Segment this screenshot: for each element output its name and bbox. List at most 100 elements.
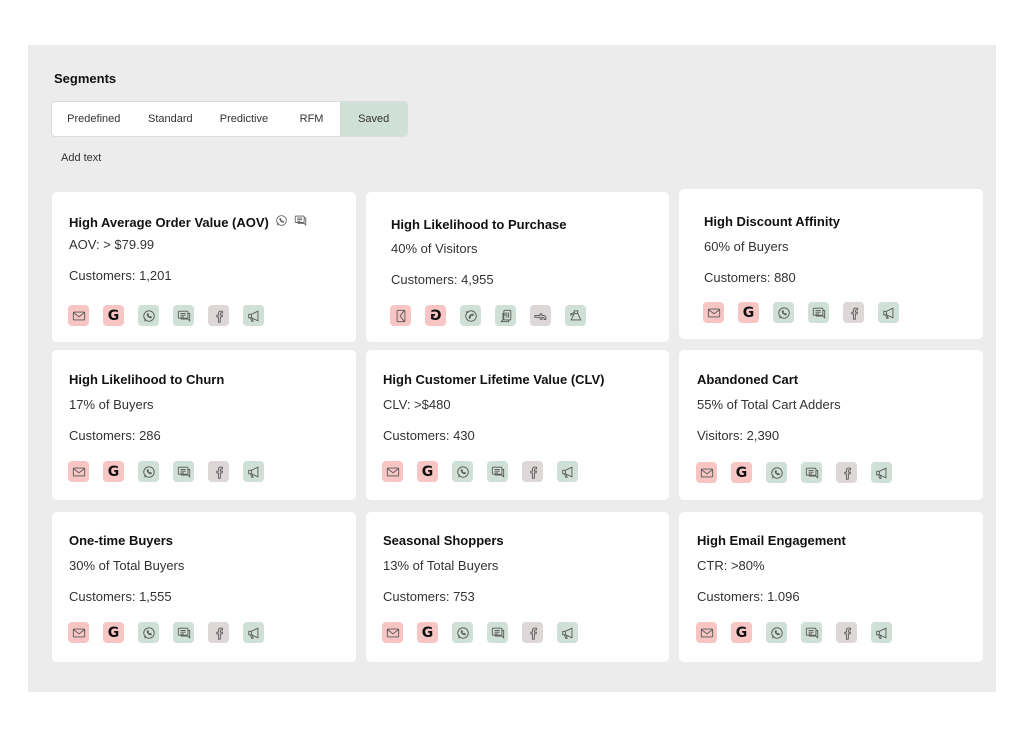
channel-sms-button[interactable] [173, 622, 194, 643]
channel-facebook-button[interactable] [836, 462, 857, 483]
email-icon [386, 626, 400, 640]
segment-count: Customers: 880 [704, 270, 796, 285]
segment-count: Customers: 1,555 [69, 589, 172, 604]
segment-title-text: High Discount Affinity [704, 214, 841, 229]
channel-sms-button[interactable] [495, 305, 516, 326]
segment-card[interactable]: High Email Engagement CTR: >80% Customers:… [679, 512, 983, 662]
channel-ads-button[interactable] [565, 305, 586, 326]
channel-email-button[interactable] [382, 461, 403, 482]
channel-icons: G [68, 622, 264, 643]
channel-whatsapp-button[interactable] [138, 622, 159, 643]
channel-google-button[interactable]: G [738, 302, 759, 323]
segment-card[interactable]: Abandoned Cart 55% of Total Cart Adders Vi… [679, 350, 983, 500]
tab-rfm[interactable]: RFM [283, 102, 341, 136]
page-title: Segments [54, 71, 117, 86]
channel-icons: G [68, 461, 264, 482]
tab-predefined[interactable]: Predefined [52, 102, 136, 136]
channel-ads-button[interactable] [243, 305, 264, 326]
channel-ads-button[interactable] [557, 622, 578, 643]
segment-title-text: High Customer Lifetime Value (CLV) [383, 372, 605, 387]
channel-google-button[interactable]: G [417, 461, 438, 482]
channel-facebook-button[interactable] [843, 302, 864, 323]
channel-email-button[interactable] [696, 622, 717, 643]
channel-email-button[interactable] [382, 622, 403, 643]
sms-chat-icon [177, 465, 191, 479]
channel-whatsapp-button[interactable] [766, 462, 787, 483]
channel-facebook-button[interactable] [836, 622, 857, 643]
segment-card[interactable]: High Average Order Value (AOV) AOV: > $79… [52, 192, 356, 342]
segment-count: Customers: 753 [383, 589, 475, 604]
channel-sms-button[interactable] [173, 305, 194, 326]
channel-facebook-button[interactable] [208, 305, 229, 326]
add-text-link[interactable]: Add text [61, 152, 101, 164]
channel-email-button[interactable] [703, 302, 724, 323]
channel-google-button[interactable]: G [103, 461, 124, 482]
channel-email-button[interactable] [696, 462, 717, 483]
sms-chat-icon [812, 306, 826, 320]
channel-whatsapp-button[interactable] [766, 622, 787, 643]
tab-saved[interactable]: Saved [340, 102, 407, 136]
channel-google-button[interactable]: G [731, 462, 752, 483]
segment-criteria: 17% of Buyers [69, 397, 154, 412]
channel-ads-button[interactable] [878, 302, 899, 323]
segment-card[interactable]: Seasonal Shoppers 13% of Total Buyers Cust… [366, 512, 669, 662]
channel-google-button[interactable]: G [731, 622, 752, 643]
megaphone-icon [561, 465, 575, 479]
channel-email-button[interactable] [68, 622, 89, 643]
whatsapp-icon [275, 214, 288, 230]
segment-title-text: Seasonal Shoppers [383, 533, 504, 548]
tab-standard[interactable]: Standard [136, 102, 206, 136]
channel-email-button[interactable] [68, 461, 89, 482]
segment-card[interactable]: One-time Buyers 30% of Total Buyers Custom… [52, 512, 356, 662]
channel-ads-button[interactable] [557, 461, 578, 482]
channel-google-button[interactable]: G [425, 305, 446, 326]
segment-card[interactable]: High Customer Lifetime Value (CLV) CLV: >… [366, 350, 669, 500]
channel-facebook-button[interactable] [530, 305, 551, 326]
channel-whatsapp-button[interactable] [138, 461, 159, 482]
channel-ads-button[interactable] [243, 622, 264, 643]
channel-google-button[interactable]: G [103, 305, 124, 326]
email-icon [707, 306, 721, 320]
channel-facebook-button[interactable] [208, 461, 229, 482]
channel-sms-button[interactable] [487, 622, 508, 643]
channel-google-button[interactable]: G [417, 622, 438, 643]
channel-sms-button[interactable] [487, 461, 508, 482]
whatsapp-icon [770, 626, 784, 640]
channel-sms-button[interactable] [173, 461, 194, 482]
sms-chat-icon [177, 626, 191, 640]
segment-card[interactable]: High Discount Affinity 60% of Buyers Custo… [679, 189, 983, 339]
channel-ads-button[interactable] [871, 462, 892, 483]
channel-email-button[interactable] [390, 305, 411, 326]
channel-email-button[interactable] [68, 305, 89, 326]
google-icon: G [421, 624, 434, 641]
segment-title: High Email Engagement [697, 533, 846, 548]
channel-sms-button[interactable] [801, 462, 822, 483]
email-icon [700, 626, 714, 640]
facebook-icon [847, 306, 861, 320]
google-icon: G [107, 307, 120, 324]
channel-sms-button[interactable] [808, 302, 829, 323]
megaphone-icon [247, 309, 261, 323]
channel-whatsapp-button[interactable] [773, 302, 794, 323]
google-icon: G [429, 307, 442, 324]
channel-sms-button[interactable] [801, 622, 822, 643]
tab-predictive[interactable]: Predictive [205, 102, 283, 136]
channel-facebook-button[interactable] [522, 461, 543, 482]
google-icon: G [107, 463, 120, 480]
channel-ads-button[interactable] [871, 622, 892, 643]
segment-card[interactable]: High Likelihood to Churn 17% of Buyers Cus… [52, 350, 356, 500]
channel-icons: G [703, 302, 899, 323]
megaphone-icon [561, 626, 575, 640]
email-icon [386, 465, 400, 479]
channel-whatsapp-button[interactable] [138, 305, 159, 326]
channel-facebook-button[interactable] [522, 622, 543, 643]
segment-criteria: 40% of Visitors [391, 241, 478, 256]
whatsapp-icon [456, 626, 470, 640]
channel-facebook-button[interactable] [208, 622, 229, 643]
channel-google-button[interactable]: G [103, 622, 124, 643]
channel-whatsapp-button[interactable] [452, 622, 473, 643]
channel-whatsapp-button[interactable] [452, 461, 473, 482]
channel-ads-button[interactable] [243, 461, 264, 482]
segment-card[interactable]: High Likelihood to Purchase 40% of Visito… [366, 192, 669, 342]
channel-whatsapp-button[interactable] [460, 305, 481, 326]
